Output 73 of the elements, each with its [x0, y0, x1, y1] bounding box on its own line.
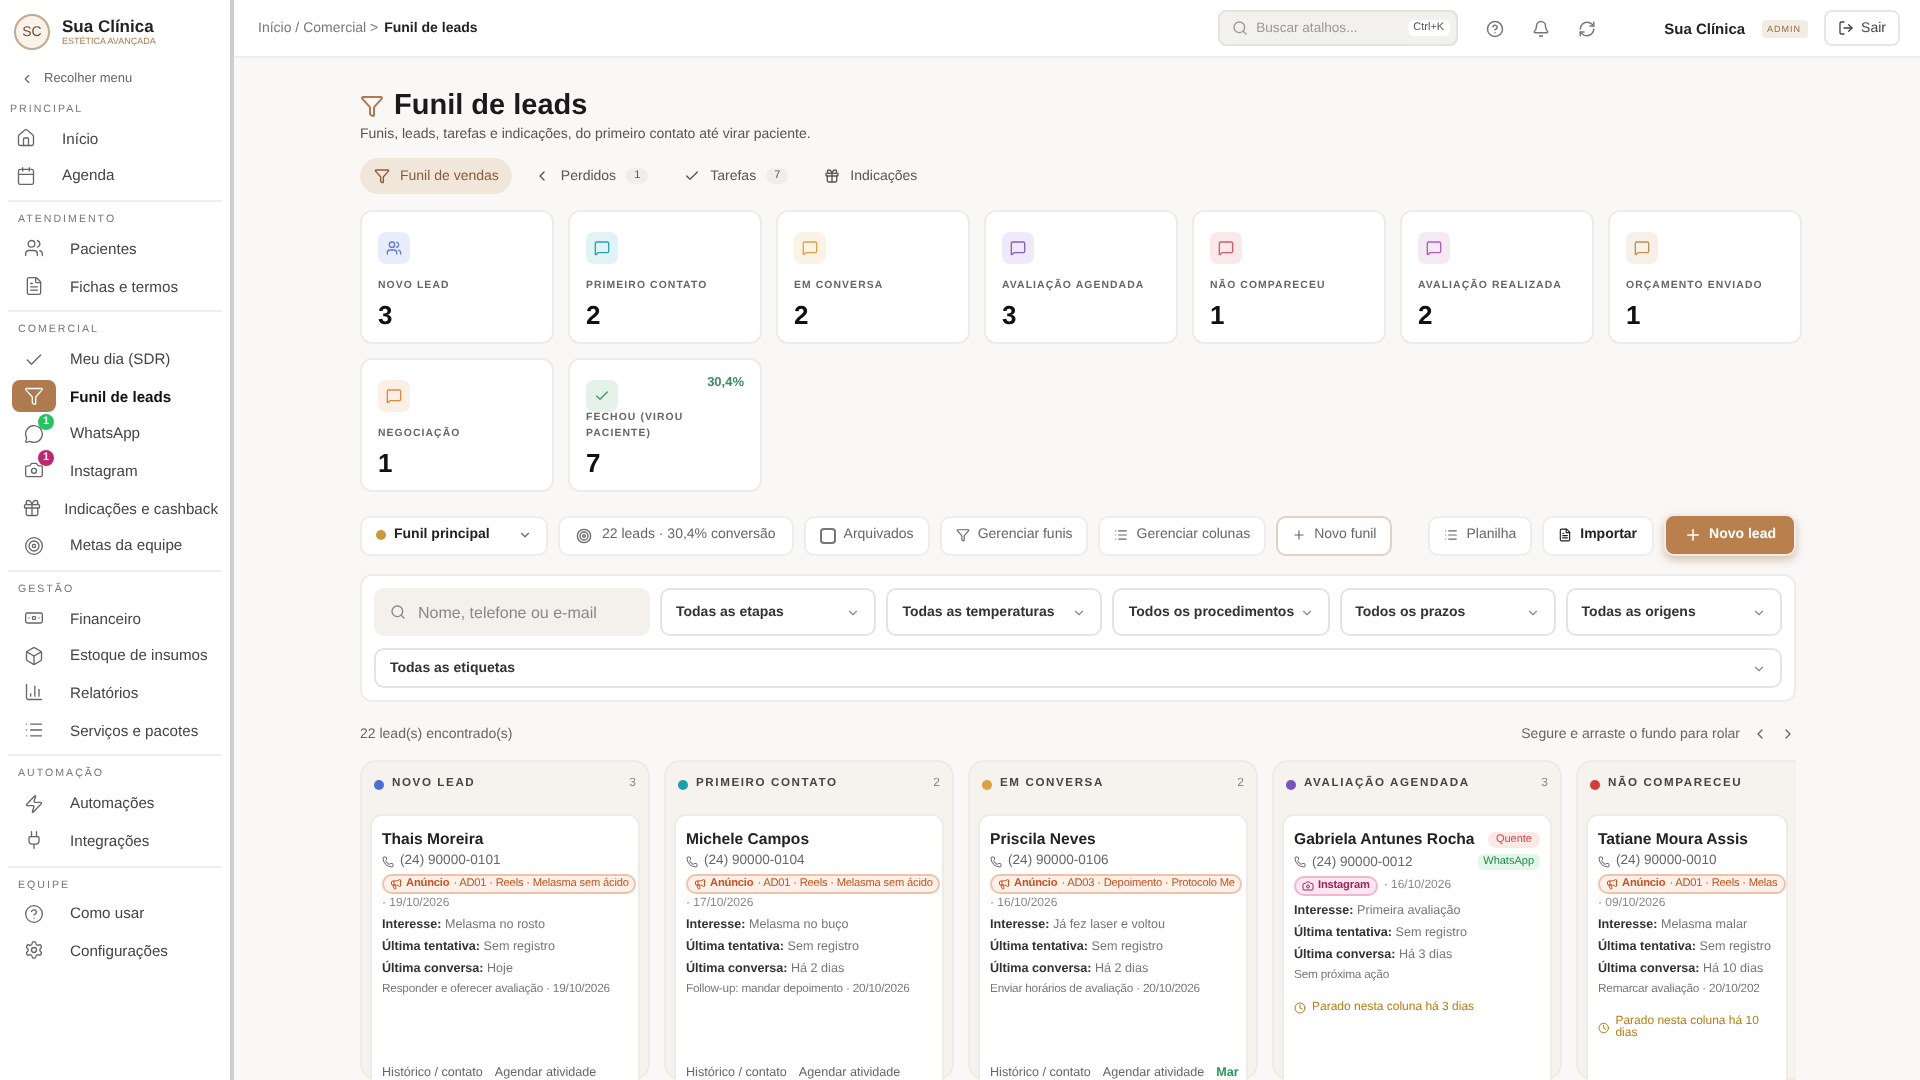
banknote-icon: [24, 608, 44, 629]
list-icon: [24, 720, 44, 741]
lead-card[interactable]: [1282, 814, 1552, 1080]
stage-count: 3: [1002, 300, 1019, 330]
check-icon: [24, 349, 44, 370]
chevron-left-icon: [20, 72, 34, 86]
chevron-down-icon: [1072, 605, 1087, 619]
document-icon: [1558, 528, 1573, 542]
megaphone-icon: [390, 878, 402, 890]
plus-icon: [1292, 528, 1307, 542]
lead-card[interactable]: [370, 814, 640, 1080]
chevron-right-icon[interactable]: [1780, 726, 1796, 742]
camera-icon: [1302, 880, 1314, 892]
search-icon: [1232, 20, 1249, 36]
stage-count: 1: [378, 448, 395, 478]
stage-count: 7: [586, 448, 603, 478]
stage-count: 2: [1418, 300, 1435, 330]
phone-icon: [382, 855, 394, 867]
target-icon: [576, 527, 592, 543]
lead-card[interactable]: [674, 814, 944, 1080]
clinic-name: Sua Clínica: [62, 17, 156, 36]
chevron-down-icon: [1751, 605, 1766, 619]
phone-icon: [1598, 855, 1610, 867]
plug-icon: [24, 830, 44, 851]
refresh-icon[interactable]: [1578, 19, 1597, 37]
clock-icon: [1294, 1002, 1306, 1014]
help-icon[interactable]: [1486, 19, 1505, 37]
target-icon: [24, 535, 44, 556]
list-icon: [1444, 528, 1459, 542]
document-icon: [24, 276, 44, 297]
page-title: Funil de leads: [394, 90, 588, 122]
chat-bubble-icon: [24, 423, 44, 444]
chevron-down-icon: [846, 605, 861, 619]
calendar-icon: [16, 165, 36, 186]
megaphone-icon: [998, 878, 1010, 890]
phone-icon: [1294, 856, 1306, 868]
help-icon: [24, 903, 44, 924]
funnel-icon: [955, 528, 970, 542]
gift-icon: [824, 168, 841, 184]
megaphone-icon: [694, 878, 706, 890]
funnel-icon: [24, 386, 44, 407]
lead-card[interactable]: [1586, 814, 1788, 1080]
box-icon: [24, 645, 44, 666]
logout-icon: [1837, 20, 1854, 36]
stage-count: 1: [1626, 300, 1643, 330]
funnel-icon: [374, 168, 390, 184]
check-icon: [684, 168, 701, 184]
bell-icon[interactable]: [1532, 19, 1551, 37]
search-icon: [390, 604, 406, 620]
phone-icon: [686, 855, 698, 867]
chevron-down-icon: [1525, 605, 1540, 619]
bar-chart-icon: [24, 682, 44, 703]
list-icon: [1114, 528, 1129, 542]
stage-count: 1: [1210, 300, 1227, 330]
plus-icon: [1683, 526, 1702, 544]
chevron-left-icon[interactable]: [1752, 726, 1768, 742]
stage-count: 2: [586, 300, 603, 330]
lightning-icon: [24, 793, 44, 814]
gift-icon: [21, 498, 42, 519]
home-icon: [16, 128, 36, 149]
chevron-down-icon: [518, 528, 532, 542]
users-icon: [24, 238, 44, 259]
phone-icon: [990, 855, 1002, 867]
megaphone-icon: [1606, 878, 1618, 890]
camera-icon: [24, 460, 44, 481]
funnel-icon: [360, 94, 384, 118]
settings-icon: [24, 940, 44, 961]
chevron-down-icon: [1299, 605, 1314, 619]
stage-count: 2: [794, 300, 811, 330]
lead-card[interactable]: [978, 814, 1248, 1080]
chevron-down-icon: [1752, 661, 1766, 675]
stage-count: 3: [378, 300, 395, 330]
clock-icon: [1598, 1022, 1610, 1034]
